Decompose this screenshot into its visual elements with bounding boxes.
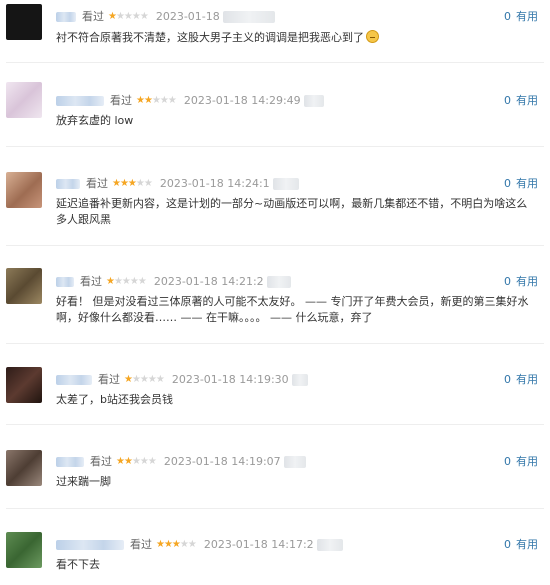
useful-label: 有用 — [516, 275, 538, 288]
useful-label: 有用 — [516, 94, 538, 107]
avatar[interactable] — [6, 82, 42, 118]
useful-button[interactable]: 0 有用 — [504, 10, 538, 24]
comment-meta: 看过 ★★★★★ 2023-01-18 14:19:07 — [56, 455, 306, 469]
rating-stars: ★★★★★ — [136, 95, 177, 106]
time-blurred — [283, 456, 306, 468]
useful-count: 0 — [504, 177, 511, 190]
time-blurred — [316, 539, 343, 551]
divider — [6, 146, 544, 147]
username-blurred[interactable] — [56, 277, 74, 287]
time-blurred — [222, 11, 275, 23]
username-blurred[interactable] — [56, 179, 80, 189]
avatar[interactable] — [6, 532, 42, 568]
seen-label: 看过 — [98, 373, 120, 386]
username-blurred[interactable] — [56, 540, 124, 550]
comment-time: 2023-01-18 14:19:07 — [163, 455, 281, 468]
comment-time: 2023-01-18 14:24:1 — [159, 177, 270, 190]
username-blurred[interactable] — [56, 12, 76, 22]
time-blurred — [266, 276, 291, 288]
useful-button[interactable]: 0 有用 — [504, 373, 538, 387]
useful-button[interactable]: 0 有用 — [504, 275, 538, 289]
seen-label: 看过 — [110, 94, 132, 107]
useful-count: 0 — [504, 275, 511, 288]
useful-button[interactable]: 0 有用 — [504, 455, 538, 469]
useful-count: 0 — [504, 10, 511, 23]
seen-label: 看过 — [80, 275, 102, 288]
comment-time: 2023-01-18 — [155, 10, 220, 23]
comment-text: 过来踹一脚 — [56, 475, 111, 488]
useful-label: 有用 — [516, 10, 538, 23]
useful-count: 0 — [504, 373, 511, 386]
divider — [6, 508, 544, 509]
comment-meta: 看过 ★★★★★ 2023-01-18 — [56, 10, 275, 24]
useful-button[interactable]: 0 有用 — [504, 177, 538, 191]
useful-label: 有用 — [516, 373, 538, 386]
avatar[interactable] — [6, 367, 42, 403]
username-blurred[interactable] — [56, 375, 92, 385]
comment-meta: 看过 ★★★★★ 2023-01-18 14:29:49 — [56, 94, 324, 108]
rating-stars: ★★★★★ — [112, 178, 153, 189]
useful-label: 有用 — [516, 177, 538, 190]
rating-stars: ★★★★★ — [108, 11, 149, 22]
comment-text: 延迟追番补更新内容，这是计划的一部分~动画版还可以啊，最新几集都还不错，不明白为… — [56, 197, 528, 226]
comment-meta: 看过 ★★★★★ 2023-01-18 14:21:2 — [56, 275, 291, 289]
comment-time: 2023-01-18 14:21:2 — [153, 275, 264, 288]
comment-text: 好看！ 但是对没看过三体原著的人可能不太友好。 —— 专门开了年费大会员，新更的… — [56, 295, 529, 324]
seen-label: 看过 — [82, 10, 104, 23]
divider — [6, 245, 544, 246]
username-blurred[interactable] — [56, 96, 104, 106]
grimace-emoji-icon — [366, 30, 379, 43]
seen-label: 看过 — [90, 455, 112, 468]
divider — [6, 62, 544, 63]
useful-button[interactable]: 0 有用 — [504, 538, 538, 552]
useful-label: 有用 — [516, 538, 538, 551]
comment-meta: 看过 ★★★★★ 2023-01-18 14:19:30 — [56, 373, 308, 387]
comment-time: 2023-01-18 14:17:2 — [203, 538, 314, 551]
useful-count: 0 — [504, 455, 511, 468]
seen-label: 看过 — [86, 177, 108, 190]
rating-stars: ★★★★★ — [124, 374, 165, 385]
comment-text: 看不下去 — [56, 558, 100, 571]
time-blurred — [303, 95, 324, 107]
rating-stars: ★★★★★ — [156, 539, 197, 550]
comment-meta: 看过 ★★★★★ 2023-01-18 14:17:2 — [56, 538, 343, 552]
avatar[interactable] — [6, 268, 42, 304]
comment-meta: 看过 ★★★★★ 2023-01-18 14:24:1 — [56, 177, 299, 191]
time-blurred — [291, 374, 308, 386]
avatar[interactable] — [6, 172, 42, 208]
comment-text: 放弃玄虚的 low — [56, 114, 134, 127]
comment-text: 衬不符合原著我不清楚，这股大男子主义的调调是把我恶心到了 — [56, 30, 538, 46]
useful-label: 有用 — [516, 455, 538, 468]
rating-stars: ★★★★★ — [106, 276, 147, 287]
avatar[interactable] — [6, 450, 42, 486]
rating-stars: ★★★★★ — [116, 456, 157, 467]
comment-text-content: 衬不符合原著我不清楚，这股大男子主义的调调是把我恶心到了 — [56, 31, 364, 44]
useful-count: 0 — [504, 94, 511, 107]
useful-button[interactable]: 0 有用 — [504, 94, 538, 108]
comment-time: 2023-01-18 14:19:30 — [171, 373, 289, 386]
avatar[interactable] — [6, 4, 42, 40]
divider — [6, 343, 544, 344]
seen-label: 看过 — [130, 538, 152, 551]
useful-count: 0 — [504, 538, 511, 551]
username-blurred[interactable] — [56, 457, 84, 467]
comment-time: 2023-01-18 14:29:49 — [183, 94, 301, 107]
time-blurred — [272, 178, 299, 190]
comment-text: 太差了，b站还我会员钱 — [56, 393, 173, 406]
divider — [6, 424, 544, 425]
